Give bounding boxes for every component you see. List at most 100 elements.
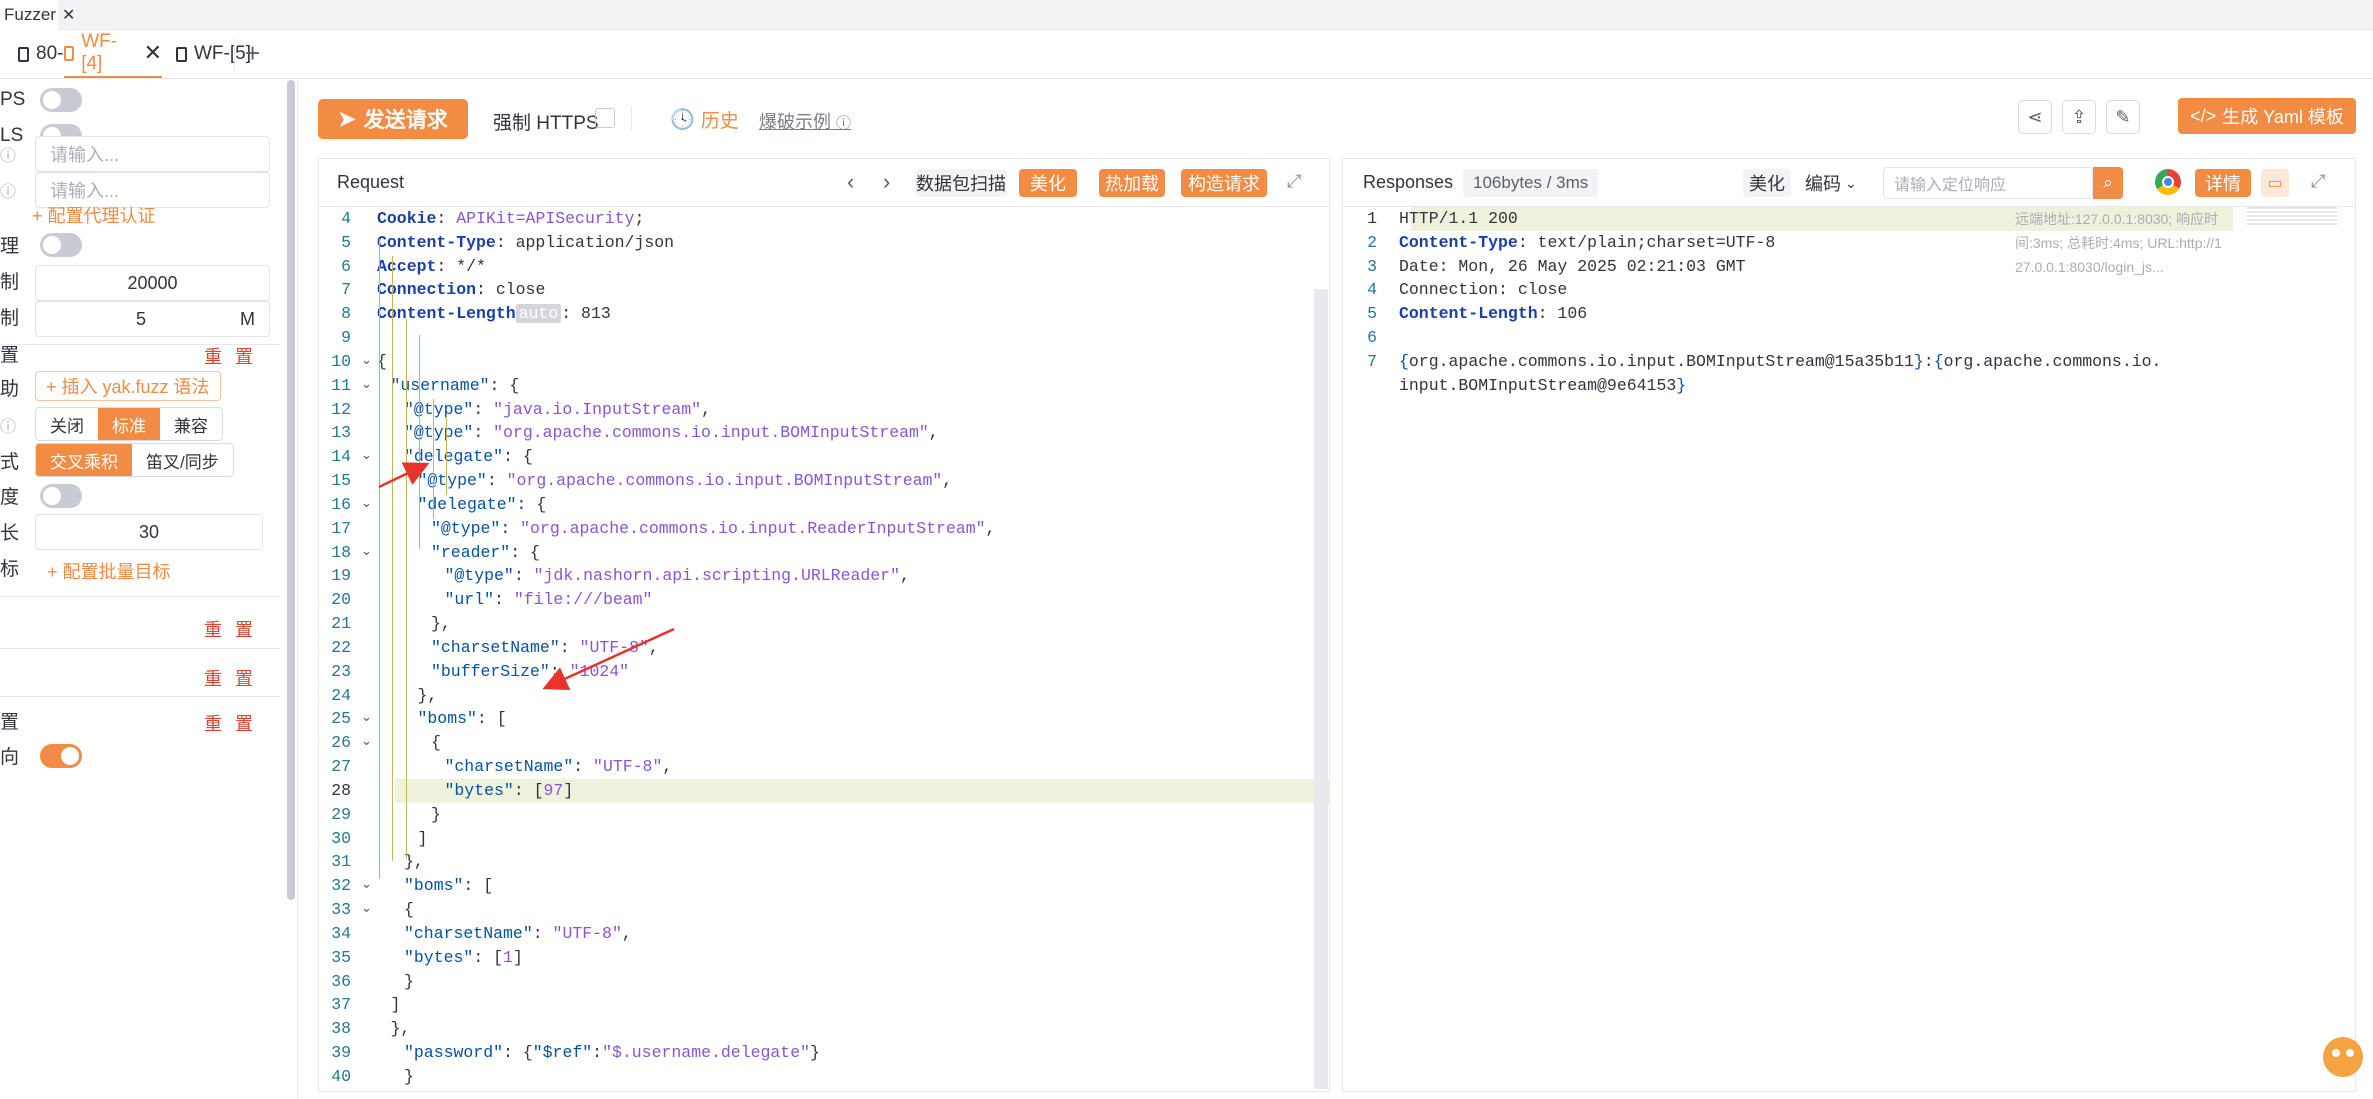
setting-label: 置: [0, 711, 20, 733]
encoding-dropdown[interactable]: 编码 ⌄: [1805, 169, 1857, 197]
setting-label: 理: [0, 235, 20, 257]
line-number: 6: [1367, 328, 1377, 348]
code-token: Date: Mon, 26 May 2025 02:21:03 GMT: [1399, 256, 1746, 276]
seg-off[interactable]: 关闭: [36, 408, 98, 440]
proxy-toggle[interactable]: [40, 233, 82, 257]
similarity-toggle[interactable]: [40, 484, 82, 508]
tab-wf-4[interactable]: WF-[4] ✕: [64, 30, 162, 78]
line-number: 4: [1367, 280, 1377, 300]
blast-example-link[interactable]: 爆破示例 ⓘ: [759, 108, 851, 134]
seg-compat[interactable]: 兼容: [160, 408, 222, 440]
comment-icon[interactable]: ▭: [2261, 169, 2289, 197]
redirect-toggle[interactable]: [40, 744, 82, 768]
code-token: }: [1913, 351, 1924, 371]
setting-label: PS: [0, 89, 26, 110]
toolbar: ➤ 发送请求 强制 HTTPS 🕓 历史 爆破示例 ⓘ ⋖ ⇪ ✎ </> 生成…: [298, 80, 2373, 152]
chrome-icon[interactable]: [2155, 169, 2181, 195]
line-number: 1: [1367, 209, 1377, 228]
help-icon: ⓘ: [836, 115, 852, 132]
code-token: org.apache.commons.io.: [1943, 351, 2162, 371]
clock-icon: 🕓: [670, 109, 695, 131]
code-token: Content-Length: [1399, 304, 1538, 324]
arrow-1: [378, 462, 430, 489]
export-icon[interactable]: ⇪: [2062, 100, 2096, 134]
arrow-2: [542, 627, 675, 691]
setting-label: 助: [0, 378, 20, 400]
setting-label: 置: [0, 344, 20, 366]
input-value: 5: [136, 308, 147, 329]
annotation-arrows: [378, 462, 675, 691]
fullscreen-icon[interactable]: ⤢: [2311, 171, 2325, 192]
reset-button[interactable]: 重 置: [204, 665, 257, 691]
code-line: Connection: close: [1399, 278, 1567, 302]
mascot-icon[interactable]: [2323, 1037, 2363, 1077]
details-button[interactable]: 详情: [2195, 169, 2251, 197]
document-icon: [176, 46, 187, 62]
code-line: HTTP/1.1 200: [1399, 207, 1518, 231]
divider: [0, 596, 280, 597]
https-toggle[interactable]: [40, 88, 82, 112]
line-number: 2: [1367, 232, 1377, 252]
close-icon[interactable]: ✕: [62, 5, 75, 25]
force-https-checkbox[interactable]: [595, 108, 615, 128]
chevron-down-icon: ⌄: [1845, 174, 1857, 191]
force-https-label: 强制 HTTPS: [493, 113, 599, 134]
reset-button[interactable]: 重 置: [204, 616, 257, 642]
send-icon: ➤: [338, 107, 356, 131]
code-token: HTTP/1.1 200: [1399, 209, 1518, 228]
insert-fuzz-button[interactable]: + 插入 yak.fuzz 语法: [35, 371, 221, 401]
reset-button[interactable]: 重 置: [204, 343, 257, 369]
concurrency-input[interactable]: 20000: [35, 265, 270, 301]
line-number: 5: [1367, 304, 1377, 324]
setting-label: 式: [0, 451, 20, 473]
response-editor[interactable]: 远端地址:127.0.0.1:8030; 响应时 间:3ms; 总耗时:4ms;…: [1343, 207, 2355, 1091]
remote-info-line: 间:3ms; 总耗时:4ms; URL:http://1: [2015, 235, 2222, 251]
seg-standard[interactable]: 标准: [98, 408, 160, 440]
response-header: Responses 106bytes / 3ms 美化 编码 ⌄ 请输入定位响应…: [1343, 159, 2355, 207]
minimap[interactable]: [2247, 207, 2337, 227]
app-tab-fuzzer[interactable]: Fuzzer ✕: [0, 0, 75, 30]
edit-icon[interactable]: ✎: [2106, 100, 2140, 134]
line-number: 3: [1367, 256, 1377, 276]
share-icon[interactable]: ⋖: [2018, 100, 2052, 134]
input-placeholder: 请输入定位响应: [1894, 177, 2007, 194]
generate-yaml-button[interactable]: </> 生成 Yaml 模板: [2178, 98, 2356, 134]
send-request-button[interactable]: ➤ 发送请求: [318, 99, 468, 139]
editor-tab-bar: 80-1 WF-[4] ✕ WF-[5] +: [0, 30, 2373, 79]
link-label: 爆破示例: [759, 112, 831, 132]
fuzz-mode-segment: 关闭 标准 兼容: [35, 407, 223, 441]
batch-target-link[interactable]: + 配置批量目标: [47, 558, 171, 584]
button-label: 生成 Yaml 模板: [2222, 107, 2344, 127]
seg-sync[interactable]: 笛叉/同步: [132, 444, 233, 476]
request-panel: Request ‹ › 数据包扫描 美化 热加载 构造请求 ⤢ 4 Cookie:…: [318, 158, 1330, 1092]
code-line: { org.apache.commons.io.input.BOMInputStr…: [1399, 350, 2161, 374]
input-placeholder: 请输入...: [50, 181, 120, 201]
response-meta: 106bytes / 3ms: [1463, 169, 1599, 197]
input-value: 20000: [127, 272, 178, 293]
code-token: org.apache.commons.io.input.BOMInputStre…: [1408, 351, 1914, 371]
row-https: PS: [0, 80, 25, 120]
seg-cross-product[interactable]: 交叉乘积: [36, 444, 132, 476]
close-icon[interactable]: ✕: [144, 40, 162, 66]
code-token: {: [1933, 351, 1944, 371]
sidebar-scrollbar[interactable]: [287, 80, 295, 900]
length-input[interactable]: 30: [35, 514, 263, 550]
code-token: input.BOMInputStream@9e64153: [1399, 375, 1677, 395]
proxy-input[interactable]: 请输入...: [35, 136, 270, 172]
add-tab-icon[interactable]: +: [234, 38, 262, 70]
size-limit-input[interactable]: 5 M: [35, 301, 270, 337]
settings-sidebar: PS LS ⓘ 请输入... ⓘ 请输入... + 配置代理认证 理 制 200…: [0, 80, 298, 1099]
code-line: Content-Length: 106: [1399, 302, 1587, 326]
response-search-input[interactable]: 请输入定位响应: [1883, 167, 2093, 199]
reset-button[interactable]: 重 置: [204, 710, 257, 736]
divider: [0, 696, 280, 697]
remote-info: 远端地址:127.0.0.1:8030; 响应时 间:3ms; 总耗时:4ms;…: [2015, 207, 2235, 279]
search-icon[interactable]: ⌕: [2093, 167, 2123, 199]
code-line: Date: Mon, 26 May 2025 02:21:03 GMT: [1399, 255, 1746, 279]
code-token: : 106: [1537, 304, 1588, 324]
history-button[interactable]: 🕓 历史: [670, 106, 739, 133]
beautify-button[interactable]: 美化: [1743, 169, 1791, 197]
proxy-auth-link[interactable]: + 配置代理认证: [32, 202, 156, 228]
line-number: 7: [1367, 351, 1377, 371]
response-title: Responses: [1363, 172, 1454, 192]
